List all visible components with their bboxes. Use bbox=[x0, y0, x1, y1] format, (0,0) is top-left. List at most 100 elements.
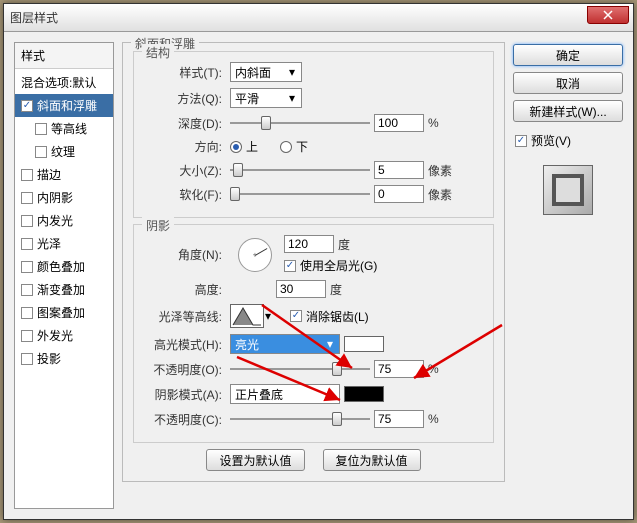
shading-group: 阴影 角度(N): 120 度 使用全局光(G) bbox=[133, 224, 494, 443]
effect-label: 颜色叠加 bbox=[37, 258, 85, 275]
effect-item[interactable]: 描边 bbox=[15, 163, 113, 186]
highlight-opacity-unit: % bbox=[428, 362, 458, 376]
gloss-contour-picker[interactable]: ▾ bbox=[230, 304, 264, 328]
highlight-opacity-slider[interactable] bbox=[230, 360, 370, 378]
preview-label: 预览(V) bbox=[531, 132, 571, 149]
effect-checkbox[interactable] bbox=[21, 238, 33, 250]
effect-label: 渐变叠加 bbox=[37, 281, 85, 298]
global-light-label: 使用全局光(G) bbox=[300, 257, 377, 274]
highlight-mode-value: 亮光 bbox=[235, 336, 259, 353]
antialias-checkbox[interactable] bbox=[290, 310, 302, 322]
style-combo[interactable]: 内斜面 ▾ bbox=[230, 62, 302, 82]
size-unit: 像素 bbox=[428, 162, 458, 179]
bevel-fieldset: 斜面和浮雕 结构 样式(T): 内斜面 ▾ 方法(Q): 平滑 bbox=[122, 42, 505, 482]
effect-label: 内阴影 bbox=[37, 189, 73, 206]
effect-item[interactable]: 内阴影 bbox=[15, 186, 113, 209]
effect-checkbox[interactable] bbox=[21, 261, 33, 273]
size-field[interactable]: 5 bbox=[374, 161, 424, 179]
set-default-button[interactable]: 设置为默认值 bbox=[206, 449, 304, 471]
highlight-mode-combo[interactable]: 亮光 ▾ bbox=[230, 334, 340, 354]
effect-label: 纹理 bbox=[51, 143, 75, 160]
effect-checkbox[interactable] bbox=[21, 307, 33, 319]
effect-label: 描边 bbox=[37, 166, 61, 183]
effect-checkbox[interactable] bbox=[21, 169, 33, 181]
reset-default-button[interactable]: 复位为默认值 bbox=[323, 449, 421, 471]
preview-thumbnail bbox=[543, 165, 593, 215]
structure-legend: 结构 bbox=[142, 44, 174, 61]
depth-slider[interactable] bbox=[230, 114, 370, 132]
method-label: 方法(Q): bbox=[144, 90, 226, 107]
effect-label: 等高线 bbox=[51, 120, 87, 137]
effect-item[interactable]: 图案叠加 bbox=[15, 301, 113, 324]
window-title: 图层样式 bbox=[10, 9, 58, 26]
effect-item[interactable]: 混合选项:默认 bbox=[15, 71, 113, 94]
effect-label: 图案叠加 bbox=[37, 304, 85, 321]
effect-item[interactable]: 外发光 bbox=[15, 324, 113, 347]
antialias-label: 消除锯齿(L) bbox=[306, 308, 369, 325]
effect-label: 混合选项:默认 bbox=[21, 74, 96, 91]
effect-checkbox[interactable] bbox=[21, 353, 33, 365]
soften-label: 软化(F): bbox=[144, 186, 226, 203]
method-combo[interactable]: 平滑 ▾ bbox=[230, 88, 302, 108]
effect-checkbox[interactable] bbox=[35, 146, 47, 158]
shadow-color-swatch[interactable] bbox=[344, 386, 384, 402]
effect-item[interactable]: 内发光 bbox=[15, 209, 113, 232]
shading-legend: 阴影 bbox=[142, 217, 174, 234]
direction-up-label: 上 bbox=[246, 138, 258, 155]
angle-field[interactable]: 120 bbox=[284, 235, 334, 253]
highlight-opacity-field[interactable]: 75 bbox=[374, 360, 424, 378]
effect-checkbox[interactable] bbox=[21, 330, 33, 342]
chevron-down-icon: ▾ bbox=[323, 387, 337, 401]
method-value: 平滑 bbox=[235, 90, 259, 107]
settings-panel: 斜面和浮雕 结构 样式(T): 内斜面 ▾ 方法(Q): 平滑 bbox=[122, 42, 505, 509]
effects-list: 样式 混合选项:默认斜面和浮雕等高线纹理描边内阴影内发光光泽颜色叠加渐变叠加图案… bbox=[14, 42, 114, 509]
shadow-opacity-field[interactable]: 75 bbox=[374, 410, 424, 428]
shadow-mode-combo[interactable]: 正片叠底 ▾ bbox=[230, 384, 340, 404]
titlebar[interactable]: 图层样式 bbox=[4, 4, 633, 32]
effect-item[interactable]: 投影 bbox=[15, 347, 113, 370]
depth-unit: % bbox=[428, 116, 458, 130]
effect-item[interactable]: 渐变叠加 bbox=[15, 278, 113, 301]
altitude-field[interactable]: 30 bbox=[276, 280, 326, 298]
preview-checkbox[interactable] bbox=[515, 135, 527, 147]
effect-label: 光泽 bbox=[37, 235, 61, 252]
shadow-mode-value: 正片叠底 bbox=[235, 386, 283, 403]
effect-item[interactable]: 光泽 bbox=[15, 232, 113, 255]
size-slider[interactable] bbox=[230, 161, 370, 179]
direction-down-radio[interactable] bbox=[280, 141, 292, 153]
depth-field[interactable]: 100 bbox=[374, 114, 424, 132]
ok-button[interactable]: 确定 bbox=[513, 44, 623, 66]
effect-label: 斜面和浮雕 bbox=[37, 97, 97, 114]
effect-item[interactable]: 纹理 bbox=[15, 140, 113, 163]
new-style-button[interactable]: 新建样式(W)... bbox=[513, 100, 623, 122]
direction-up-radio[interactable] bbox=[230, 141, 242, 153]
direction-label: 方向: bbox=[144, 138, 226, 155]
effect-item[interactable]: 颜色叠加 bbox=[15, 255, 113, 278]
gloss-contour-label: 光泽等高线: bbox=[144, 308, 226, 325]
chevron-down-icon: ▾ bbox=[285, 91, 299, 105]
soften-field[interactable]: 0 bbox=[374, 185, 424, 203]
soften-slider[interactable] bbox=[230, 185, 370, 203]
effect-item[interactable]: 等高线 bbox=[15, 117, 113, 140]
global-light-checkbox[interactable] bbox=[284, 260, 296, 272]
effect-checkbox[interactable] bbox=[21, 215, 33, 227]
client-area: 样式 混合选项:默认斜面和浮雕等高线纹理描边内阴影内发光光泽颜色叠加渐变叠加图案… bbox=[4, 32, 633, 519]
effect-label: 投影 bbox=[37, 350, 61, 367]
effect-checkbox[interactable] bbox=[21, 192, 33, 204]
cancel-button[interactable]: 取消 bbox=[513, 72, 623, 94]
shadow-opacity-slider[interactable] bbox=[230, 410, 370, 428]
layer-style-dialog: 图层样式 样式 混合选项:默认斜面和浮雕等高线纹理描边内阴影内发光光泽颜色叠加渐… bbox=[3, 3, 634, 520]
effect-checkbox[interactable] bbox=[21, 284, 33, 296]
effect-checkbox[interactable] bbox=[21, 100, 33, 112]
effect-item[interactable]: 斜面和浮雕 bbox=[15, 94, 113, 117]
depth-label: 深度(D): bbox=[144, 115, 226, 132]
angle-unit: 度 bbox=[338, 236, 368, 253]
chevron-down-icon: ▾ bbox=[285, 65, 299, 79]
highlight-mode-label: 高光模式(H): bbox=[144, 336, 226, 353]
close-button[interactable] bbox=[587, 6, 629, 24]
effect-checkbox[interactable] bbox=[35, 123, 47, 135]
highlight-color-swatch[interactable] bbox=[344, 336, 384, 352]
effect-label: 内发光 bbox=[37, 212, 73, 229]
angle-control[interactable] bbox=[238, 238, 272, 272]
style-label: 样式(T): bbox=[144, 64, 226, 81]
